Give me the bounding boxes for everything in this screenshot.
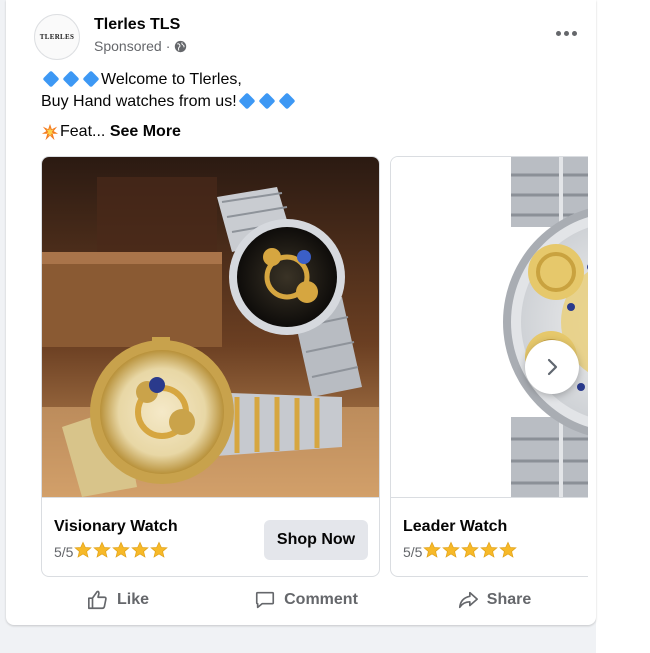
right-margin [596, 0, 650, 653]
avatar-logo-text: TLERLES [39, 33, 75, 41]
share-label: Share [486, 591, 532, 608]
buy-text: Buy Hand watches from us! [41, 93, 237, 110]
star-icon [499, 541, 518, 558]
rating-stars [422, 541, 518, 562]
globe-icon [175, 40, 187, 52]
carousel-card-footer: Visionary Watch 5/5 Shop Now [42, 497, 379, 576]
rating-stars [73, 541, 169, 562]
collision-icon [41, 123, 59, 140]
post-header: TLERLES Tlerles TLS Sponsored · [34, 14, 577, 62]
post-actions: Like Comment Share [24, 582, 588, 618]
carousel-card-footer: Leader Watch 5/5 [391, 497, 588, 576]
more-options-button[interactable] [548, 20, 584, 46]
star-icon [150, 541, 169, 558]
carousel-card-visionary[interactable]: Visionary Watch 5/5 Shop Now [41, 156, 380, 577]
chevron-right-icon [547, 358, 558, 376]
blue-diamond-icon [238, 92, 256, 110]
star-icon [131, 541, 150, 558]
thumbs-up-icon [87, 590, 107, 610]
sponsored-label[interactable]: Sponsored [94, 38, 162, 54]
star-icon [480, 541, 499, 558]
post-text-line-2: Buy Hand watches from us! [41, 91, 581, 113]
share-icon [458, 591, 478, 609]
blue-diamond-icon [62, 70, 80, 88]
meta-separator: · [165, 38, 171, 54]
welcome-text: Welcome to Tlerles, [101, 71, 242, 88]
star-icon [74, 541, 93, 558]
post-text-line-1: Welcome to Tlerles, [41, 69, 581, 91]
post-text-truncated: Feat... See More [41, 121, 181, 143]
shop-now-button[interactable]: Shop Now [264, 520, 368, 560]
product-title[interactable]: Visionary Watch [54, 518, 178, 536]
like-button[interactable]: Like [24, 582, 212, 618]
blue-diamond-icon [278, 92, 296, 110]
more-dot [571, 30, 577, 36]
blue-diamond-icon [42, 70, 60, 88]
rating-text: 5/5 [403, 543, 423, 560]
more-dot [563, 30, 569, 36]
comment-button[interactable]: Comment [212, 582, 400, 618]
watch-photo-visionary [42, 157, 379, 497]
see-more-link[interactable]: See More [110, 123, 181, 140]
post-text: Welcome to Tlerles, Buy Hand watches fro… [41, 69, 581, 113]
product-title[interactable]: Leader Watch [403, 518, 507, 536]
share-button[interactable]: Share [400, 582, 588, 618]
product-rating: 5/5 [54, 541, 169, 562]
rating-text: 5/5 [54, 543, 74, 560]
star-icon [442, 541, 461, 558]
product-image-leader[interactable] [391, 157, 588, 497]
like-label: Like [116, 591, 149, 608]
comment-icon [256, 591, 275, 609]
sponsored-post: TLERLES Tlerles TLS Sponsored · Welcome … [6, 0, 596, 625]
comment-label: Comment [284, 591, 358, 608]
star-icon [461, 541, 480, 558]
post-meta: Sponsored · [94, 38, 187, 54]
watch-photo-leader [391, 157, 588, 497]
product-image-visionary[interactable] [42, 157, 379, 497]
page-avatar[interactable]: TLERLES [34, 14, 80, 60]
truncated-text: Feat... [60, 123, 106, 140]
blue-diamond-icon [258, 92, 276, 110]
star-icon [423, 541, 442, 558]
blue-diamond-icon [82, 70, 100, 88]
carousel-next-button[interactable] [525, 340, 579, 394]
more-horizontal-icon [555, 30, 561, 36]
star-icon [112, 541, 131, 558]
page-name-link[interactable]: Tlerles TLS [94, 16, 180, 34]
product-rating: 5/5 [403, 541, 518, 562]
ad-carousel: Visionary Watch 5/5 Shop Now Leader Watc… [41, 156, 588, 578]
star-icon [93, 541, 112, 558]
